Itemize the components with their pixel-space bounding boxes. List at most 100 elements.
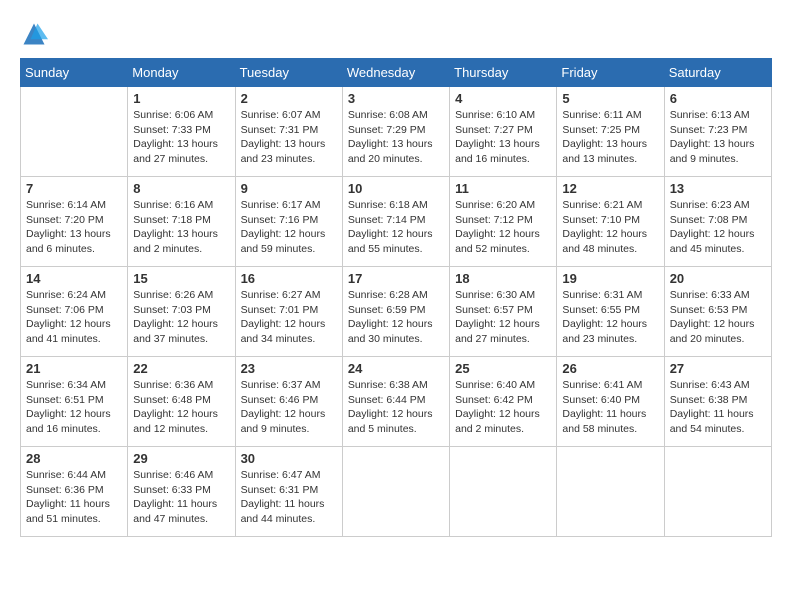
day-info: Sunrise: 6:44 AMSunset: 6:36 PMDaylight:…	[26, 468, 122, 527]
day-info: Sunrise: 6:47 AMSunset: 6:31 PMDaylight:…	[241, 468, 337, 527]
calendar-cell: 22 Sunrise: 6:36 AMSunset: 6:48 PMDayligh…	[128, 357, 235, 447]
calendar-cell: 12 Sunrise: 6:21 AMSunset: 7:10 PMDayligh…	[557, 177, 664, 267]
calendar-week-row: 7 Sunrise: 6:14 AMSunset: 7:20 PMDaylight…	[21, 177, 772, 267]
calendar-cell: 28 Sunrise: 6:44 AMSunset: 6:36 PMDayligh…	[21, 447, 128, 537]
weekday-header: Saturday	[664, 59, 771, 87]
day-info: Sunrise: 6:38 AMSunset: 6:44 PMDaylight:…	[348, 378, 444, 437]
calendar-cell: 13 Sunrise: 6:23 AMSunset: 7:08 PMDayligh…	[664, 177, 771, 267]
day-info: Sunrise: 6:34 AMSunset: 6:51 PMDaylight:…	[26, 378, 122, 437]
calendar-cell	[557, 447, 664, 537]
logo-icon	[20, 20, 48, 48]
day-info: Sunrise: 6:14 AMSunset: 7:20 PMDaylight:…	[26, 198, 122, 257]
day-info: Sunrise: 6:26 AMSunset: 7:03 PMDaylight:…	[133, 288, 229, 347]
day-info: Sunrise: 6:18 AMSunset: 7:14 PMDaylight:…	[348, 198, 444, 257]
calendar-week-row: 14 Sunrise: 6:24 AMSunset: 7:06 PMDayligh…	[21, 267, 772, 357]
day-info: Sunrise: 6:30 AMSunset: 6:57 PMDaylight:…	[455, 288, 551, 347]
day-number: 8	[133, 181, 229, 196]
calendar-cell: 24Sunrise: 6:38 AMSunset: 6:44 PMDayligh…	[342, 357, 449, 447]
weekday-header: Tuesday	[235, 59, 342, 87]
day-info: Sunrise: 6:37 AMSunset: 6:46 PMDaylight:…	[241, 378, 337, 437]
day-info: Sunrise: 6:28 AMSunset: 6:59 PMDaylight:…	[348, 288, 444, 347]
day-info: Sunrise: 6:17 AMSunset: 7:16 PMDaylight:…	[241, 198, 337, 257]
day-info: Sunrise: 6:40 AMSunset: 6:42 PMDaylight:…	[455, 378, 551, 437]
day-info: Sunrise: 6:24 AMSunset: 7:06 PMDaylight:…	[26, 288, 122, 347]
day-number: 13	[670, 181, 766, 196]
day-info: Sunrise: 6:11 AMSunset: 7:25 PMDaylight:…	[562, 108, 658, 167]
day-info: Sunrise: 6:27 AMSunset: 7:01 PMDaylight:…	[241, 288, 337, 347]
day-info: Sunrise: 6:33 AMSunset: 6:53 PMDaylight:…	[670, 288, 766, 347]
calendar-cell: 23 Sunrise: 6:37 AMSunset: 6:46 PMDayligh…	[235, 357, 342, 447]
calendar-cell: 1Sunrise: 6:06 AMSunset: 7:33 PMDaylight…	[128, 87, 235, 177]
calendar-cell: 4Sunrise: 6:10 AMSunset: 7:27 PMDaylight…	[450, 87, 557, 177]
calendar-cell: 17Sunrise: 6:28 AMSunset: 6:59 PMDayligh…	[342, 267, 449, 357]
day-number: 6	[670, 91, 766, 106]
calendar-cell: 25 Sunrise: 6:40 AMSunset: 6:42 PMDayligh…	[450, 357, 557, 447]
day-info: Sunrise: 6:36 AMSunset: 6:48 PMDaylight:…	[133, 378, 229, 437]
calendar-cell: 30 Sunrise: 6:47 AMSunset: 6:31 PMDayligh…	[235, 447, 342, 537]
day-info: Sunrise: 6:31 AMSunset: 6:55 PMDaylight:…	[562, 288, 658, 347]
weekday-header: Monday	[128, 59, 235, 87]
day-info: Sunrise: 6:13 AMSunset: 7:23 PMDaylight:…	[670, 108, 766, 167]
logo	[20, 20, 52, 48]
calendar-cell	[342, 447, 449, 537]
weekday-header-row: SundayMondayTuesdayWednesdayThursdayFrid…	[21, 59, 772, 87]
calendar-cell: 14 Sunrise: 6:24 AMSunset: 7:06 PMDayligh…	[21, 267, 128, 357]
day-number: 28	[26, 451, 122, 466]
calendar-cell: 18 Sunrise: 6:30 AMSunset: 6:57 PMDayligh…	[450, 267, 557, 357]
day-info: Sunrise: 6:23 AMSunset: 7:08 PMDaylight:…	[670, 198, 766, 257]
calendar-cell	[664, 447, 771, 537]
calendar-cell: 6 Sunrise: 6:13 AMSunset: 7:23 PMDaylight…	[664, 87, 771, 177]
page-header	[20, 20, 772, 48]
day-info: Sunrise: 6:07 AMSunset: 7:31 PMDaylight:…	[241, 108, 337, 167]
day-info: Sunrise: 6:46 AMSunset: 6:33 PMDaylight:…	[133, 468, 229, 527]
calendar-cell	[21, 87, 128, 177]
calendar-cell: 9 Sunrise: 6:17 AMSunset: 7:16 PMDaylight…	[235, 177, 342, 267]
weekday-header: Sunday	[21, 59, 128, 87]
calendar-cell: 21 Sunrise: 6:34 AMSunset: 6:51 PMDayligh…	[21, 357, 128, 447]
day-number: 14	[26, 271, 122, 286]
day-number: 23	[241, 361, 337, 376]
calendar-cell: 5Sunrise: 6:11 AMSunset: 7:25 PMDaylight…	[557, 87, 664, 177]
day-number: 20	[670, 271, 766, 286]
day-info: Sunrise: 6:16 AMSunset: 7:18 PMDaylight:…	[133, 198, 229, 257]
weekday-header: Wednesday	[342, 59, 449, 87]
day-info: Sunrise: 6:41 AMSunset: 6:40 PMDaylight:…	[562, 378, 658, 437]
day-number: 26	[562, 361, 658, 376]
day-number: 27	[670, 361, 766, 376]
calendar-cell: 16 Sunrise: 6:27 AMSunset: 7:01 PMDayligh…	[235, 267, 342, 357]
day-number: 25	[455, 361, 551, 376]
calendar-cell: 11Sunrise: 6:20 AMSunset: 7:12 PMDayligh…	[450, 177, 557, 267]
calendar-week-row: 1Sunrise: 6:06 AMSunset: 7:33 PMDaylight…	[21, 87, 772, 177]
calendar-cell: 2Sunrise: 6:07 AMSunset: 7:31 PMDaylight…	[235, 87, 342, 177]
day-number: 21	[26, 361, 122, 376]
calendar-cell: 27 Sunrise: 6:43 AMSunset: 6:38 PMDayligh…	[664, 357, 771, 447]
calendar-cell: 7 Sunrise: 6:14 AMSunset: 7:20 PMDaylight…	[21, 177, 128, 267]
day-number: 16	[241, 271, 337, 286]
day-info: Sunrise: 6:21 AMSunset: 7:10 PMDaylight:…	[562, 198, 658, 257]
day-info: Sunrise: 6:10 AMSunset: 7:27 PMDaylight:…	[455, 108, 551, 167]
calendar-cell	[450, 447, 557, 537]
day-number: 18	[455, 271, 551, 286]
day-number: 10	[348, 181, 444, 196]
calendar-cell: 15 Sunrise: 6:26 AMSunset: 7:03 PMDayligh…	[128, 267, 235, 357]
calendar-cell: 20 Sunrise: 6:33 AMSunset: 6:53 PMDayligh…	[664, 267, 771, 357]
day-number: 9	[241, 181, 337, 196]
weekday-header: Thursday	[450, 59, 557, 87]
day-number: 7	[26, 181, 122, 196]
weekday-header: Friday	[557, 59, 664, 87]
day-number: 22	[133, 361, 229, 376]
calendar-cell: 19Sunrise: 6:31 AMSunset: 6:55 PMDayligh…	[557, 267, 664, 357]
day-number: 15	[133, 271, 229, 286]
calendar: SundayMondayTuesdayWednesdayThursdayFrid…	[20, 58, 772, 537]
calendar-cell: 8 Sunrise: 6:16 AMSunset: 7:18 PMDaylight…	[128, 177, 235, 267]
day-info: Sunrise: 6:20 AMSunset: 7:12 PMDaylight:…	[455, 198, 551, 257]
day-info: Sunrise: 6:08 AMSunset: 7:29 PMDaylight:…	[348, 108, 444, 167]
day-number: 30	[241, 451, 337, 466]
calendar-cell: 10 Sunrise: 6:18 AMSunset: 7:14 PMDayligh…	[342, 177, 449, 267]
day-number: 1	[133, 91, 229, 106]
calendar-cell: 26 Sunrise: 6:41 AMSunset: 6:40 PMDayligh…	[557, 357, 664, 447]
day-number: 29	[133, 451, 229, 466]
day-info: Sunrise: 6:43 AMSunset: 6:38 PMDaylight:…	[670, 378, 766, 437]
calendar-cell: 29 Sunrise: 6:46 AMSunset: 6:33 PMDayligh…	[128, 447, 235, 537]
day-number: 12	[562, 181, 658, 196]
